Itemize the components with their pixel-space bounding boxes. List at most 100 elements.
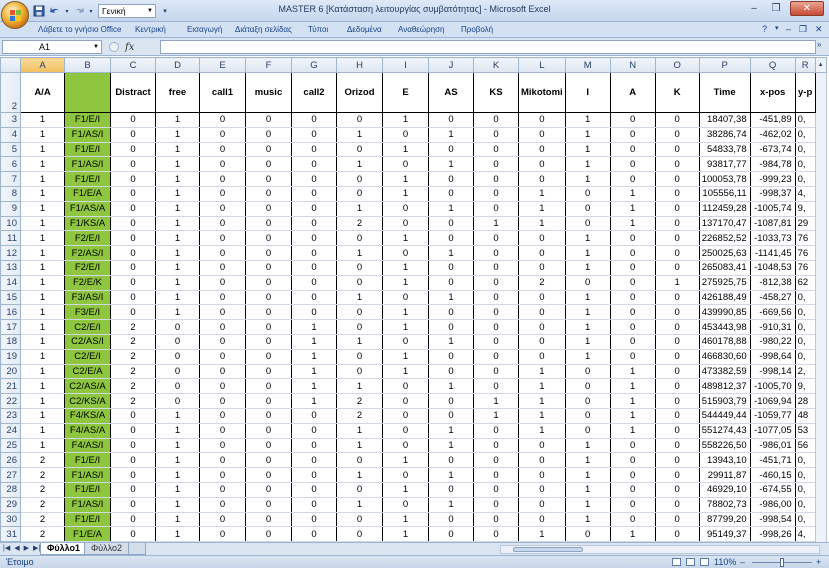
cell[interactable]: 1 <box>428 200 474 217</box>
cell[interactable]: 0 <box>199 126 246 143</box>
cell[interactable]: 0 <box>199 319 246 335</box>
cell[interactable]: C2/E/I <box>64 348 111 365</box>
cell[interactable]: 0 <box>609 141 656 158</box>
cell[interactable]: 1 <box>20 407 65 424</box>
cell[interactable]: 0 <box>609 511 656 528</box>
cell[interactable]: 0 <box>291 215 337 232</box>
cell[interactable]: F1/E/I <box>64 171 111 187</box>
cell[interactable]: 0 <box>428 185 474 202</box>
cell[interactable]: 2 <box>20 526 65 542</box>
cell[interactable]: 1 <box>564 496 611 513</box>
cell[interactable]: 0, <box>794 511 816 528</box>
cell[interactable]: 0 <box>245 481 292 498</box>
row-header[interactable]: 25 <box>0 437 21 454</box>
cell[interactable]: 1 <box>564 319 611 335</box>
column-header-n[interactable]: N <box>609 57 656 73</box>
cell[interactable]: 0 <box>473 378 519 395</box>
cell[interactable]: 0 <box>473 526 519 542</box>
cell[interactable]: C2/E/I <box>64 319 111 335</box>
cell[interactable]: 13943,10 <box>698 452 751 469</box>
cell[interactable]: 515903,79 <box>698 393 751 409</box>
cell[interactable]: 2 <box>110 363 156 380</box>
cell[interactable]: 0 <box>654 200 700 217</box>
cell[interactable]: 466830,60 <box>698 348 751 365</box>
cell[interactable]: 0 <box>654 245 700 261</box>
cell[interactable]: 1 <box>336 245 383 261</box>
cell[interactable]: 0 <box>382 378 429 395</box>
cell[interactable]: 0 <box>291 259 337 276</box>
cell[interactable]: 1 <box>291 393 337 409</box>
cell[interactable]: 0 <box>654 511 700 528</box>
cell[interactable]: 0 <box>245 171 292 187</box>
header-cell[interactable]: y-p <box>794 72 816 113</box>
cell[interactable]: 1 <box>382 141 429 158</box>
cell[interactable]: 0 <box>609 481 656 498</box>
cell[interactable]: 1 <box>336 126 383 143</box>
cell[interactable]: 0 <box>245 393 292 409</box>
cell[interactable]: 2 <box>110 348 156 365</box>
cell[interactable]: 0 <box>473 496 519 513</box>
cell[interactable]: 1 <box>564 333 611 350</box>
cell[interactable]: 0 <box>518 141 566 158</box>
cell[interactable]: 0 <box>654 363 700 380</box>
cell[interactable]: 2 <box>336 393 383 409</box>
row-header[interactable]: 11 <box>0 230 21 247</box>
cell[interactable]: 0 <box>110 215 156 232</box>
cell[interactable]: 0 <box>155 333 200 350</box>
cell[interactable]: 489812,37 <box>698 378 751 395</box>
cell[interactable]: 1 <box>564 112 611 128</box>
cell[interactable]: 1 <box>20 215 65 232</box>
cell[interactable]: 1 <box>20 141 65 158</box>
row-header[interactable]: 21 <box>0 378 21 395</box>
cell[interactable]: 0 <box>199 112 246 128</box>
cell[interactable]: 0 <box>609 452 656 469</box>
cell[interactable]: 4, <box>794 526 816 542</box>
cell[interactable]: 1 <box>518 422 566 439</box>
cell[interactable]: 0 <box>473 156 519 173</box>
cell[interactable]: F2/AS/I <box>64 245 111 261</box>
cell[interactable]: 473382,59 <box>698 363 751 380</box>
header-cell[interactable]: call2 <box>291 72 337 113</box>
cell[interactable]: 0 <box>473 185 519 202</box>
cell[interactable]: 0 <box>428 393 474 409</box>
cell[interactable]: 29 <box>794 215 816 232</box>
cell[interactable]: 1 <box>155 245 200 261</box>
row-header[interactable]: 9 <box>0 200 21 217</box>
cell[interactable]: 1 <box>336 333 383 350</box>
row-header[interactable]: 26 <box>0 452 21 469</box>
cell[interactable]: 9, <box>794 378 816 395</box>
cell[interactable]: 0 <box>654 289 700 306</box>
cell[interactable]: 0 <box>654 319 700 335</box>
cell[interactable]: 2 <box>20 511 65 528</box>
cell[interactable]: 0 <box>654 348 700 365</box>
cell[interactable]: 1 <box>20 348 65 365</box>
cell[interactable]: F1/AS/I <box>64 126 111 143</box>
cell[interactable]: 1 <box>382 348 429 365</box>
cell[interactable]: -986,00 <box>749 496 796 513</box>
cell[interactable]: 0 <box>609 171 656 187</box>
horizontal-scrollbar[interactable] <box>500 545 820 554</box>
cell[interactable]: 0 <box>199 200 246 217</box>
cell[interactable]: 1 <box>20 274 65 291</box>
cell[interactable]: 1 <box>609 526 656 542</box>
cell[interactable]: 0 <box>654 422 700 439</box>
cell[interactable]: 0 <box>473 274 519 291</box>
cell[interactable]: 0 <box>110 304 156 321</box>
cell[interactable]: 0 <box>245 363 292 380</box>
cell[interactable]: -998,54 <box>749 511 796 528</box>
cell[interactable]: 0 <box>110 511 156 528</box>
cell[interactable]: 1 <box>382 230 429 247</box>
cell[interactable]: 1 <box>336 437 383 454</box>
cell[interactable]: 0 <box>199 526 246 542</box>
zoom-in-icon[interactable]: + <box>816 557 821 567</box>
cell[interactable]: 0 <box>336 348 383 365</box>
cell[interactable]: 1 <box>564 259 611 276</box>
cell[interactable]: 1 <box>564 289 611 306</box>
cell[interactable]: 0 <box>609 304 656 321</box>
name-box[interactable]: A1 ▼ <box>2 40 102 54</box>
cell[interactable]: 1 <box>382 363 429 380</box>
cell[interactable]: 0 <box>654 452 700 469</box>
cell[interactable]: 0 <box>473 363 519 380</box>
cell[interactable]: 1 <box>291 348 337 365</box>
cell[interactable]: 95149,37 <box>698 526 751 542</box>
